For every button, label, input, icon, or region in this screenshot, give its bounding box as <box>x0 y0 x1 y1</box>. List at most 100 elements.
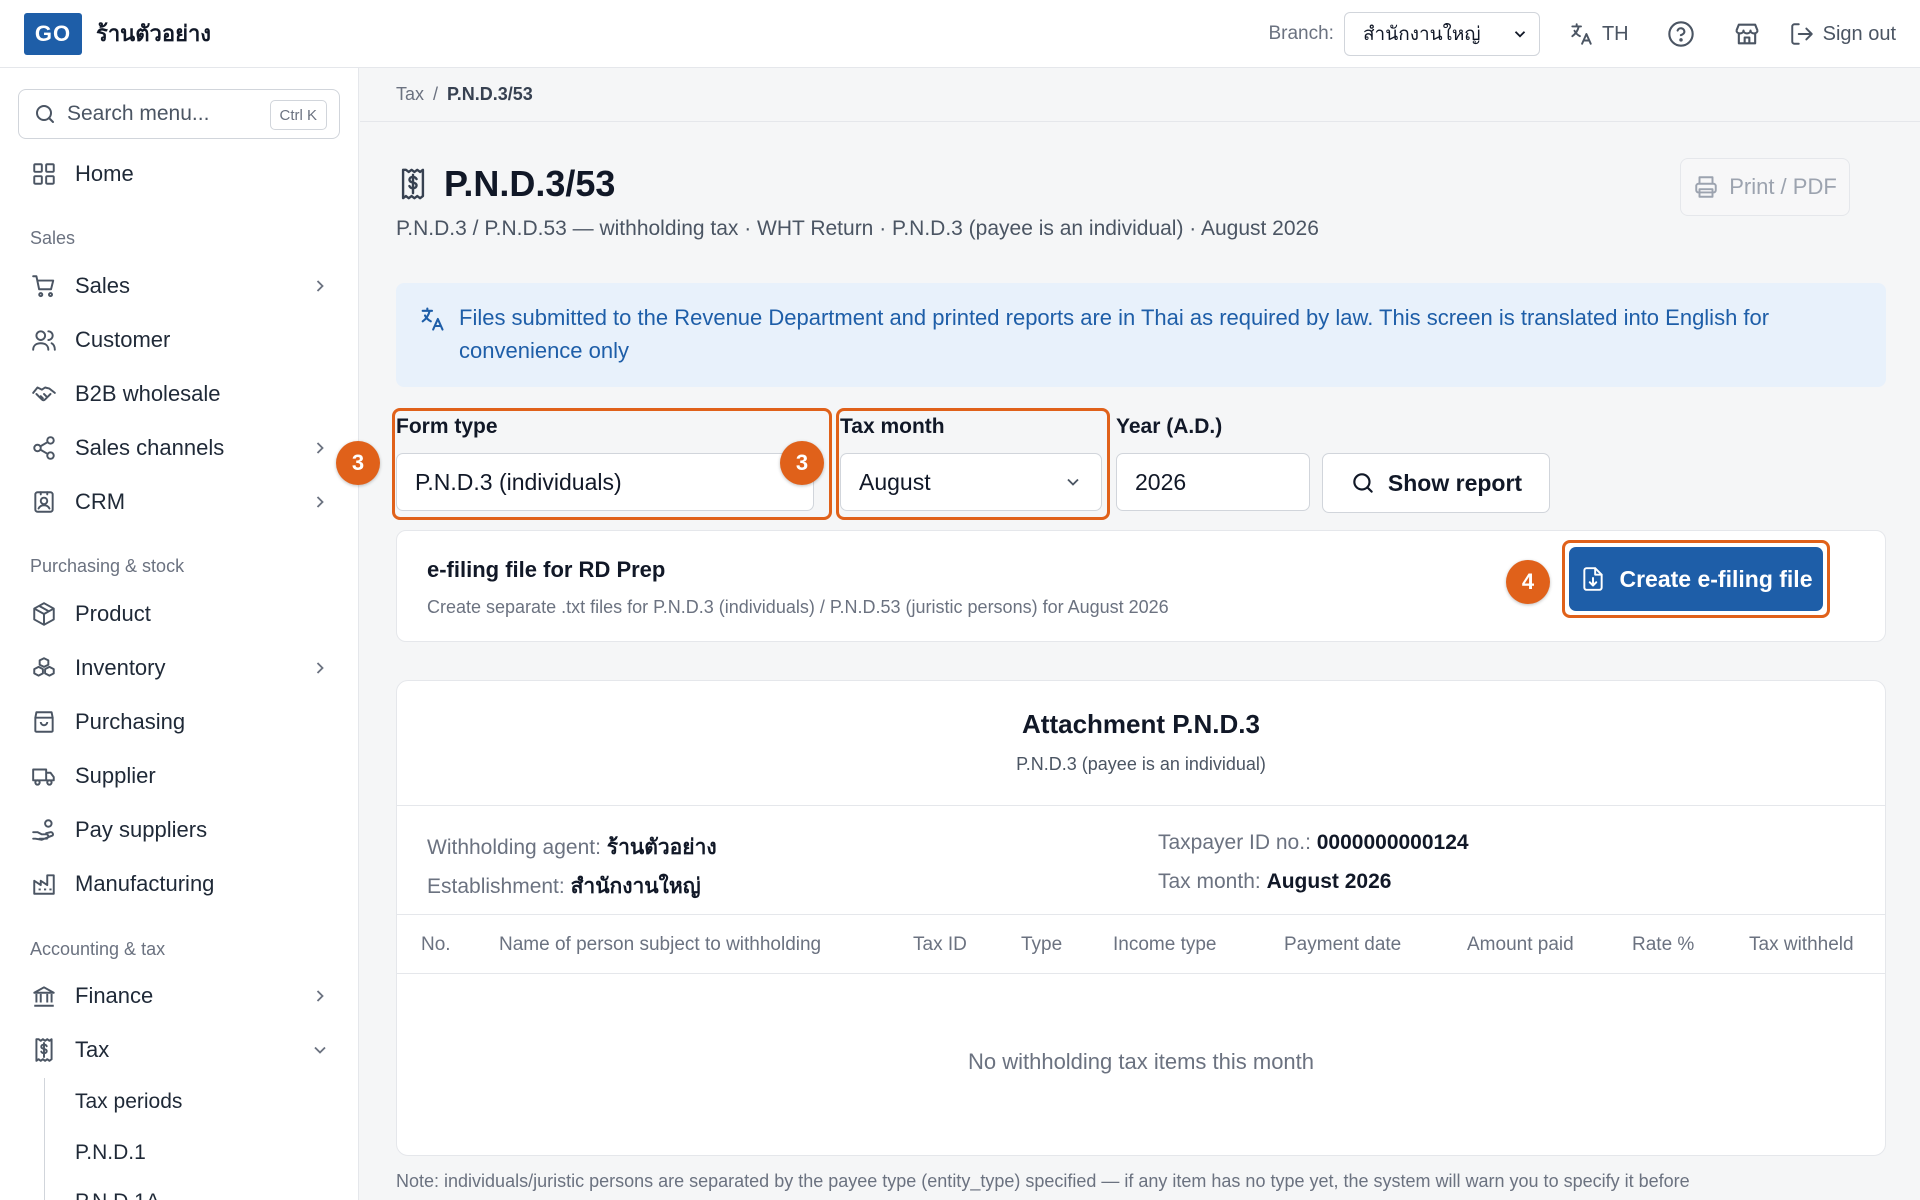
show-report-button[interactable]: Show report <box>1322 453 1550 513</box>
search-icon <box>36 105 54 123</box>
efiling-description: Create separate .txt files for P.N.D.3 (… <box>427 597 1169 617</box>
step-badge-form-type: 3 <box>336 441 380 485</box>
receipt-dollar-icon <box>35 1038 53 1062</box>
main-content: P.N.D.3/53 P.N.D.3 / P.N.D.53 — withhold… <box>336 123 1920 1200</box>
sidebar-item-label: Supplier <box>75 763 156 788</box>
breadcrumb-parent[interactable]: Tax <box>396 84 424 105</box>
section-sales: Sales <box>30 228 76 248</box>
language-switch[interactable]: TH <box>1568 21 1629 47</box>
chevron-right-icon <box>316 662 324 674</box>
printer-icon <box>1695 176 1717 198</box>
sidebar-item-purchasing[interactable]: Purchasing <box>30 702 330 742</box>
withholding-agent: Withholding agent: ร้านตัวอย่าง <box>427 836 717 859</box>
sidebar-item-sales-channels[interactable]: Sales channels <box>30 428 330 468</box>
column-header: Tax ID <box>913 934 967 955</box>
table-header-divider <box>397 973 1885 974</box>
tax-month-highlight <box>836 408 1110 520</box>
section-purchasing: Purchasing & stock <box>30 556 185 576</box>
column-header: Name of person subject to withholding <box>499 934 822 955</box>
chevron-right-icon <box>316 496 324 508</box>
breadcrumb: Tax / P.N.D.3/53 <box>360 68 1920 122</box>
sidebar-item-home[interactable]: Home <box>30 154 330 194</box>
table-top-divider <box>397 914 1885 915</box>
store-button[interactable] <box>1733 20 1761 48</box>
menu-search-input[interactable]: Search menu... Ctrl K <box>18 89 340 139</box>
sidebar-item-label: Product <box>75 601 151 626</box>
breadcrumb-current: P.N.D.3/53 <box>447 84 533 104</box>
title-row: P.N.D.3/53 <box>396 163 615 205</box>
create-efiling-highlight <box>1562 540 1830 618</box>
report-divider <box>397 805 1885 806</box>
handshake-icon <box>32 386 56 402</box>
bank-icon <box>33 986 55 1007</box>
app-logo[interactable]: GO <box>24 12 82 55</box>
sign-out-icon <box>1790 23 1813 45</box>
taxpayer-id: Taxpayer ID no.: 0000000000124 <box>1158 831 1469 854</box>
column-header: Rate % <box>1632 934 1695 955</box>
footer-note: Note: individuals/juristic persons are s… <box>396 1171 1690 1191</box>
store-icon <box>1735 23 1759 45</box>
sidebar-item-customer[interactable]: Customer <box>30 320 330 360</box>
help-button[interactable] <box>1667 20 1695 48</box>
sidebar-item-label: Finance <box>75 983 154 1008</box>
taxpayer-id-value: 0000000000124 <box>1316 831 1469 854</box>
sidebar-subitem-pnd1a[interactable]: P.N.D.1A <box>75 1190 160 1200</box>
sidebar-item-finance[interactable]: Finance <box>30 976 330 1016</box>
shopping-bag-icon <box>34 711 54 733</box>
sidebar-item-crm[interactable]: CRM <box>30 482 330 522</box>
translation-notice-text: Files submitted to the Revenue Departmen… <box>459 305 1770 363</box>
year-value: 2026 <box>1135 468 1187 495</box>
print-pdf-label: Print / PDF <box>1729 174 1837 199</box>
cart-icon <box>32 275 55 298</box>
sidebar-item-product[interactable]: Product <box>30 594 330 634</box>
step-badge-tax-month: 3 <box>780 441 824 485</box>
branch-label: Branch: <box>1268 23 1334 44</box>
translate-icon <box>1571 23 1592 45</box>
column-header: No. <box>421 934 451 955</box>
report-card: Attachment P.N.D.3 P.N.D.3 (payee is an … <box>396 680 1886 1156</box>
sidebar-item-inventory[interactable]: Inventory <box>30 648 330 688</box>
year-input[interactable]: 2026 <box>1116 453 1310 511</box>
contact-card-icon <box>34 491 54 513</box>
chevron-right-icon <box>316 442 324 454</box>
report-subtitle: P.N.D.3 (payee is an individual) <box>1016 754 1266 774</box>
form-type-highlight <box>392 408 832 520</box>
section-accounting: Accounting & tax <box>30 939 166 959</box>
shop-name: ร้านตัวอย่าง <box>96 21 212 46</box>
sidebar-item-b2b[interactable]: B2B wholesale <box>30 374 330 414</box>
submenu-guide-line <box>44 1078 45 1200</box>
sidebar-subitem-pnd1[interactable]: P.N.D.1 <box>75 1141 146 1165</box>
factory-icon <box>33 874 55 895</box>
print-pdf-button[interactable]: Print / PDF <box>1680 158 1850 216</box>
year-label: Year (A.D.) <box>1116 415 1223 438</box>
users-icon <box>32 330 56 351</box>
boxes-icon <box>33 657 55 677</box>
sidebar-item-supplier[interactable]: Supplier <box>30 756 330 796</box>
sidebar-item-label: Inventory <box>75 655 166 680</box>
translation-notice: Files submitted to the Revenue Departmen… <box>396 283 1886 387</box>
branch-select[interactable]: สำนักงานใหญ่ <box>1343 12 1540 56</box>
share-icon <box>33 436 55 460</box>
chevron-down-icon <box>314 1046 326 1054</box>
sidebar-item-label: Manufacturing <box>75 871 215 896</box>
column-header: Tax withheld <box>1749 934 1854 955</box>
hand-coins-icon <box>32 819 54 841</box>
top-right-controls: Branch: สำนักงานใหญ่ TH Sign out <box>1268 0 1896 68</box>
report-tax-month: Tax month: August 2026 <box>1158 870 1392 893</box>
efiling-title: e-filing file for RD Prep <box>427 557 666 582</box>
sidebar-item-label: Purchasing <box>75 709 186 734</box>
sidebar-item-tax[interactable]: Tax <box>30 1030 330 1070</box>
sidebar-item-pay-suppliers[interactable]: Pay suppliers <box>30 810 330 850</box>
grid-icon <box>33 163 55 185</box>
chevron-right-icon <box>316 280 324 292</box>
sidebar-item-label: B2B wholesale <box>75 381 221 406</box>
establishment: Establishment: สำนักงานใหญ่ <box>427 875 701 898</box>
sidebar-subitem-tax-periods[interactable]: Tax periods <box>75 1090 182 1114</box>
page-subtitle: P.N.D.3 / P.N.D.53 — withholding tax · W… <box>396 217 1319 240</box>
sign-out-button[interactable]: Sign out <box>1789 21 1896 47</box>
page-title: P.N.D.3/53 <box>444 163 616 204</box>
column-header: Payment date <box>1284 934 1402 955</box>
sidebar-item-manufacturing[interactable]: Manufacturing <box>30 864 330 904</box>
sidebar-item-label: CRM <box>75 489 126 514</box>
sidebar-item-sales[interactable]: Sales <box>30 266 330 306</box>
